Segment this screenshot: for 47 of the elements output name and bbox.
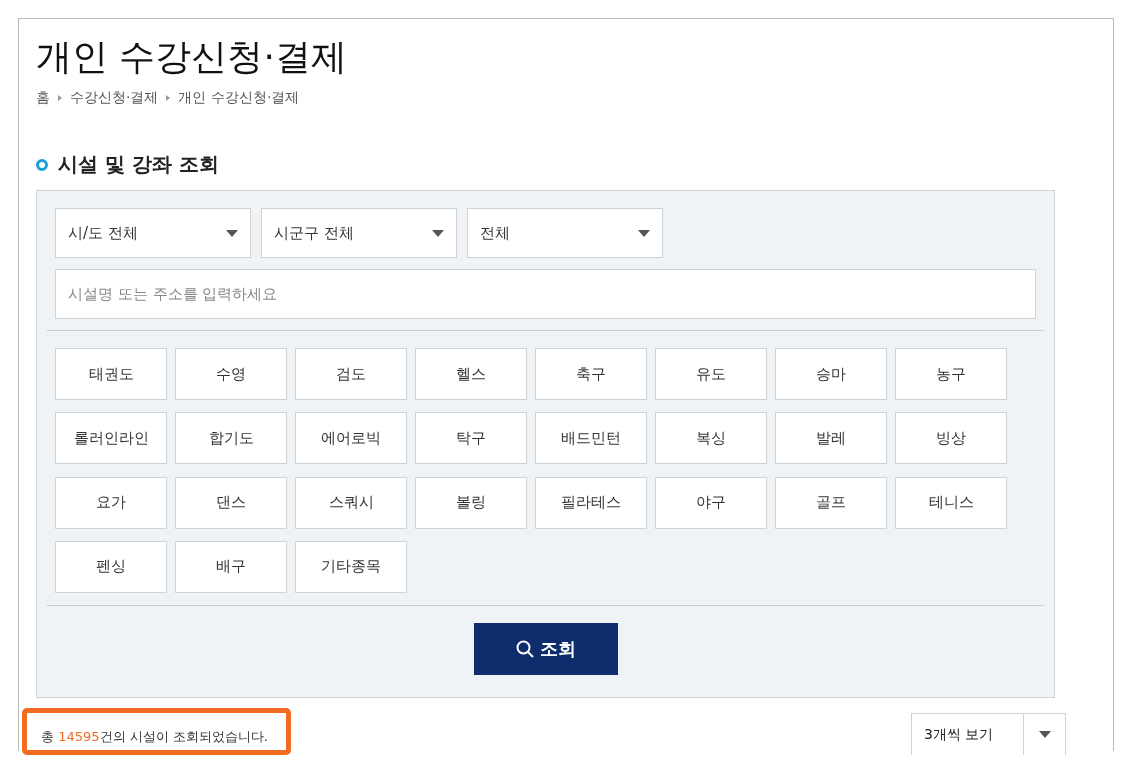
dropdown[interactable]: 전체 — [467, 208, 663, 258]
caret-icon — [1038, 731, 1051, 738]
sport-button[interactable]: 볼링 — [415, 476, 527, 529]
sport-button[interactable]: 스쿼시 — [295, 476, 407, 529]
sport-button[interactable]: 헬스 — [415, 348, 527, 400]
sport-button[interactable]: 농구 — [895, 348, 1007, 400]
result-count-text: 총 14595건의 시설이 조회되었습니다. — [22, 708, 291, 755]
caret-icon — [638, 229, 650, 237]
sport-button[interactable]: 축구 — [535, 348, 647, 400]
sport-button[interactable]: 탁구 — [415, 412, 527, 465]
sport-button[interactable]: 배드민턴 — [535, 412, 647, 465]
sport-button[interactable]: 유도 — [655, 348, 767, 400]
sport-button[interactable]: 복싱 — [655, 412, 767, 465]
sport-button[interactable]: 기타종목 — [295, 540, 407, 593]
sport-button[interactable]: 빙상 — [895, 412, 1007, 465]
sport-button[interactable]: 태권도 — [55, 348, 167, 400]
sport-button[interactable]: 수영 — [175, 348, 287, 400]
chevron-icon — [166, 95, 171, 101]
sport-button[interactable]: 검도 — [295, 348, 407, 400]
sport-button[interactable]: 승마 — [775, 348, 887, 400]
breadcrumb-link[interactable]: 개인 수강신청·결제 — [178, 89, 300, 107]
ring-icon — [36, 158, 48, 171]
sport-button[interactable]: 펜싱 — [55, 540, 167, 593]
search-field[interactable]: 시설명 또는 주소를 입력하세요 — [55, 269, 1036, 319]
caret-icon — [226, 229, 238, 237]
dropdown[interactable]: 시군구 전체 — [261, 208, 457, 258]
breadcrumb-link[interactable]: 수강신청·결제 — [70, 89, 159, 107]
sport-button[interactable]: 댄스 — [175, 476, 287, 529]
sport-button[interactable]: 테니스 — [895, 476, 1007, 529]
search-icon — [515, 640, 534, 658]
sport-button[interactable]: 발레 — [775, 412, 887, 465]
sport-button[interactable]: 요가 — [55, 476, 167, 529]
section-heading: 시설 및 강좌 조회 — [58, 151, 219, 178]
sport-button[interactable]: 합기도 — [175, 412, 287, 465]
page-title: 개인 수강신청·결제 — [36, 35, 348, 79]
dropdown[interactable]: 시/도 전체 — [55, 208, 251, 258]
chevron-icon — [58, 95, 62, 101]
sport-button[interactable]: 롤러인라인 — [55, 412, 167, 465]
caret-icon — [432, 229, 444, 237]
sport-button[interactable]: 골프 — [775, 476, 887, 529]
search-button[interactable]: 조회 — [473, 623, 618, 675]
sport-button[interactable]: 배구 — [175, 540, 287, 593]
view-dropdown[interactable]: 3개씩 보기 — [911, 713, 1066, 755]
sport-button[interactable]: 야구 — [655, 476, 767, 529]
sport-button[interactable]: 에어로빅 — [295, 412, 407, 465]
breadcrumb-link[interactable]: 홈 — [36, 89, 50, 107]
sport-button[interactable]: 필라테스 — [535, 476, 647, 529]
